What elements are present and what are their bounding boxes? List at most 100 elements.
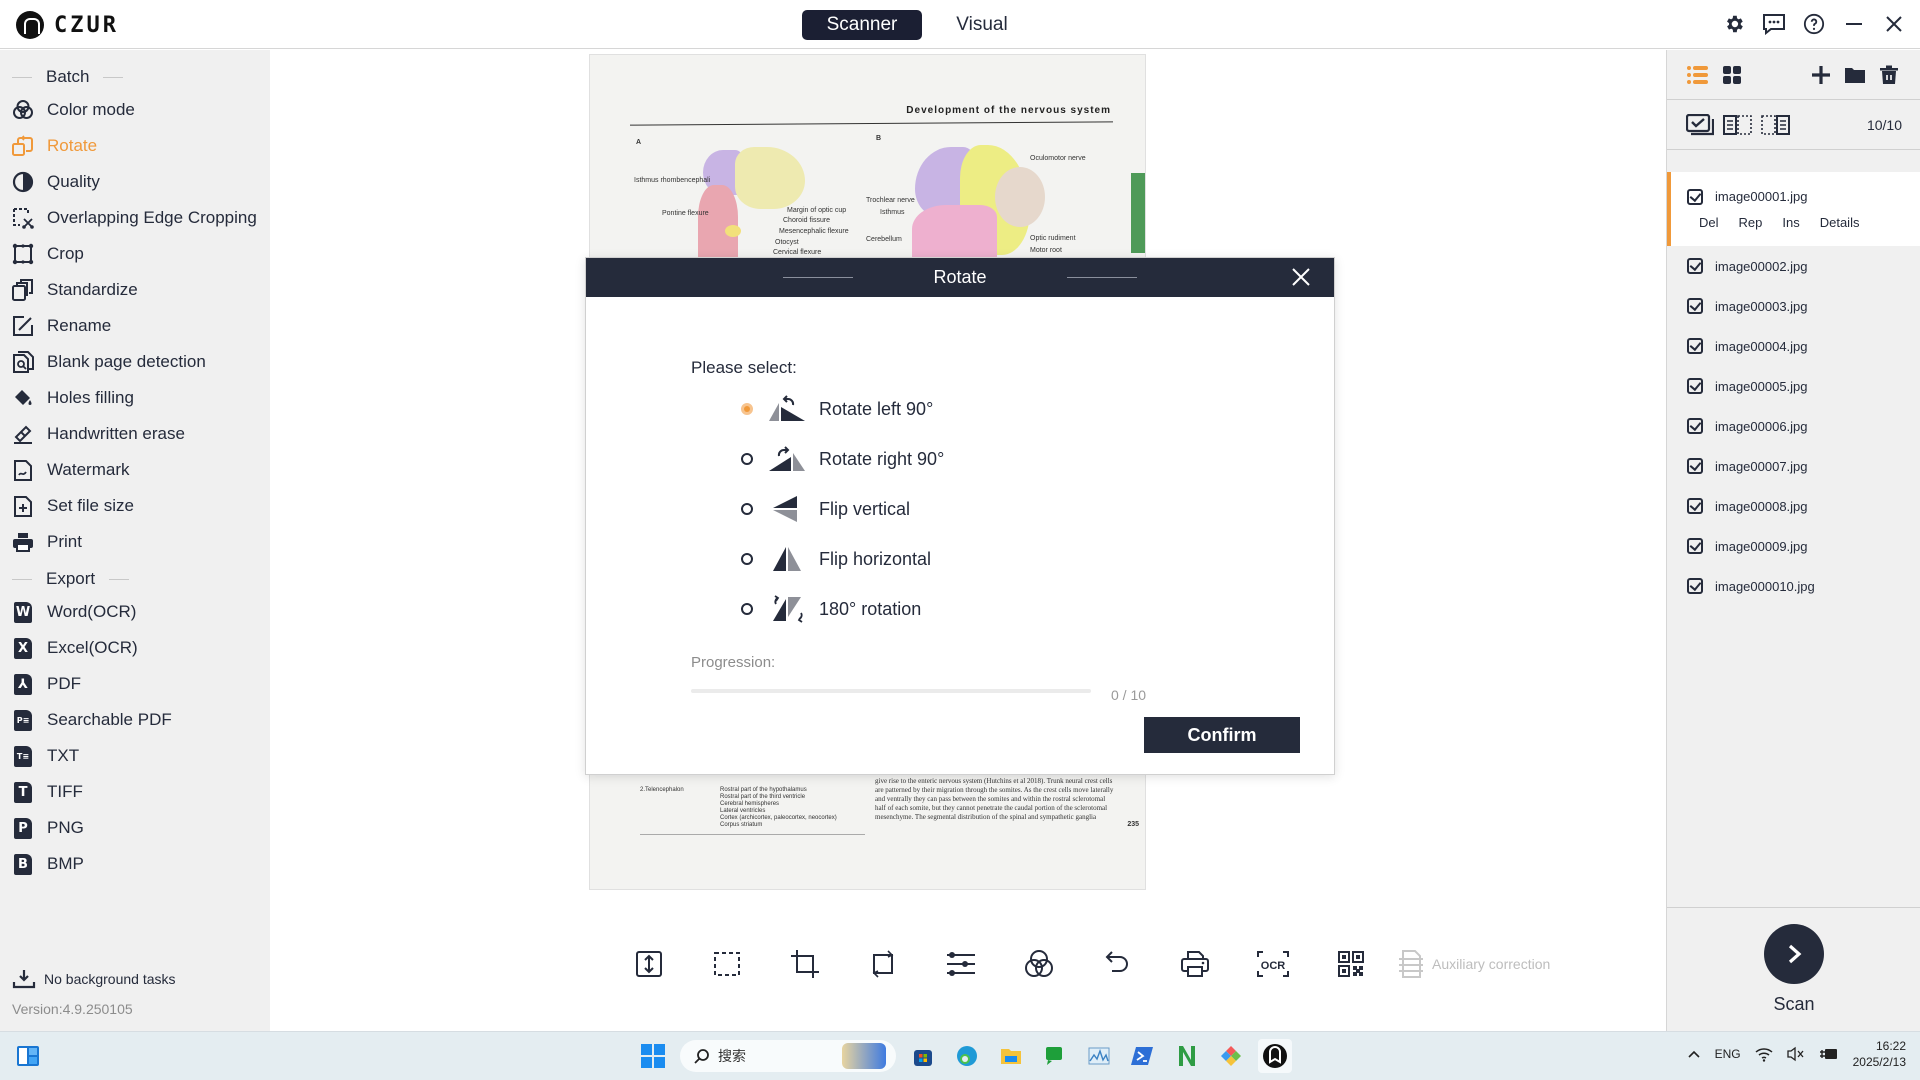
background-tasks[interactable]: No background tasks (12, 969, 176, 989)
sidebar-item-crop[interactable]: Crop (0, 236, 270, 272)
sidebar-item-blank-page-detection[interactable]: Blank page detection (0, 344, 270, 380)
file-checkbox[interactable] (1687, 188, 1703, 205)
file-checkbox[interactable] (1687, 538, 1703, 554)
file-checkbox[interactable] (1687, 578, 1703, 594)
taskbar-search[interactable]: 搜索 (680, 1040, 896, 1072)
radio-flip-vertical[interactable] (741, 503, 753, 515)
close-button[interactable] (1880, 10, 1908, 38)
select-left-button[interactable] (1723, 112, 1753, 138)
file-list-item[interactable]: image00004.jpg (1667, 326, 1920, 366)
file-checkbox[interactable] (1687, 338, 1703, 354)
sidebar-item-handwritten-erase[interactable]: Handwritten erase (0, 416, 270, 452)
open-folder-button[interactable] (1842, 62, 1868, 88)
select-area-button[interactable] (688, 948, 766, 980)
export-item-pdf[interactable]: ⅄ PDF (0, 666, 270, 702)
sidebar-item-holes-filling[interactable]: Holes filling (0, 380, 270, 416)
color-mode-button[interactable] (1000, 948, 1078, 980)
clock[interactable]: 16:22 2025/2/13 (1853, 1038, 1906, 1070)
option-rotate-180[interactable]: 180° rotation (741, 584, 944, 634)
help-button[interactable] (1800, 10, 1828, 38)
sidebar-item-print[interactable]: Print (0, 524, 270, 560)
grid-view-button[interactable] (1719, 62, 1745, 88)
tab-visual[interactable]: Visual (922, 10, 1042, 40)
sidebar-item-quality[interactable]: Quality (0, 164, 270, 200)
auxiliary-correction-button[interactable]: Auxiliary correction (1396, 949, 1550, 979)
dialog-close-button[interactable] (1290, 266, 1312, 288)
file-checkbox[interactable] (1687, 378, 1703, 394)
file-action-rep[interactable]: Rep (1739, 215, 1763, 230)
list-view-button[interactable] (1685, 62, 1711, 88)
qr-code-button[interactable] (1312, 948, 1390, 980)
edge-app[interactable] (950, 1039, 984, 1073)
feedback-button[interactable] (1760, 10, 1788, 38)
sidebar-item-standardize[interactable]: Standardize (0, 272, 270, 308)
file-action-del[interactable]: Del (1699, 215, 1719, 230)
file-checkbox[interactable] (1687, 458, 1703, 474)
file-list-item[interactable]: image00006.jpg (1667, 406, 1920, 446)
delete-button[interactable] (1876, 62, 1902, 88)
undo-button[interactable] (1078, 948, 1156, 980)
file-checkbox[interactable] (1687, 258, 1703, 274)
powershell-app[interactable] (1126, 1039, 1160, 1073)
export-item-excel-ocr[interactable]: X Excel(OCR) (0, 630, 270, 666)
sidebar-item-watermark[interactable]: Watermark (0, 452, 270, 488)
option-flip-vertical[interactable]: Flip vertical (741, 484, 944, 534)
radio-rotate-right[interactable] (741, 453, 753, 465)
crop-button[interactable] (766, 948, 844, 980)
add-button[interactable] (1808, 62, 1834, 88)
file-list-item[interactable]: image00003.jpg (1667, 286, 1920, 326)
sidebar-item-set-file-size[interactable]: Set file size (0, 488, 270, 524)
monitor-app[interactable] (1082, 1039, 1116, 1073)
diamond-app[interactable] (1214, 1039, 1248, 1073)
file-list-item[interactable]: image00007.jpg (1667, 446, 1920, 486)
radio-flip-horizontal[interactable] (741, 553, 753, 565)
language-indicator[interactable]: ENG (1715, 1047, 1741, 1061)
file-list-item[interactable]: image00002.jpg (1667, 246, 1920, 286)
select-right-button[interactable] (1761, 112, 1791, 138)
file-checkbox[interactable] (1687, 298, 1703, 314)
export-item-tiff[interactable]: T TIFF (0, 774, 270, 810)
radio-rotate-left[interactable] (741, 403, 753, 415)
select-all-button[interactable] (1685, 112, 1715, 138)
export-item-word-ocr[interactable]: W Word(OCR) (0, 594, 270, 630)
option-rotate-right[interactable]: Rotate right 90° (741, 434, 944, 484)
file-list-item[interactable]: image00001.jpg Del Rep Ins Details (1667, 172, 1920, 246)
chat-app[interactable] (1038, 1039, 1072, 1073)
sidebar-item-overlapping-edge-cropping[interactable]: Overlapping Edge Cropping (0, 200, 270, 236)
file-checkbox[interactable] (1687, 418, 1703, 434)
sidebar-item-rename[interactable]: Rename (0, 308, 270, 344)
print-button[interactable] (1156, 948, 1234, 980)
file-list-item[interactable]: image000010.jpg (1667, 566, 1920, 606)
rotate-button[interactable] (844, 948, 922, 980)
file-list-item[interactable]: image00008.jpg (1667, 486, 1920, 526)
radio-rotate-180[interactable] (741, 603, 753, 615)
fit-height-button[interactable] (610, 948, 688, 980)
scan-button[interactable] (1764, 924, 1824, 984)
chevron-up-icon[interactable] (1687, 1047, 1701, 1061)
sidebar-item-color-mode[interactable]: Color mode (0, 92, 270, 128)
file-explorer-app[interactable] (994, 1039, 1028, 1073)
minimize-button[interactable] (1840, 10, 1868, 38)
volume-muted-icon[interactable] (1786, 1046, 1805, 1062)
option-flip-horizontal[interactable]: Flip horizontal (741, 534, 944, 584)
file-list-item[interactable]: image00009.jpg (1667, 526, 1920, 566)
sidebar-item-rotate[interactable]: Rotate (0, 128, 270, 164)
confirm-button[interactable]: Confirm (1144, 717, 1300, 753)
file-action-ins[interactable]: Ins (1782, 215, 1799, 230)
czur-app[interactable] (1258, 1039, 1292, 1073)
option-rotate-left[interactable]: Rotate left 90° (741, 384, 944, 434)
file-list-item[interactable]: image00005.jpg (1667, 366, 1920, 406)
store-app[interactable] (906, 1039, 940, 1073)
file-action-details[interactable]: Details (1820, 215, 1860, 230)
start-button[interactable] (636, 1039, 670, 1073)
adjust-button[interactable] (922, 948, 1000, 980)
file-checkbox[interactable] (1687, 498, 1703, 514)
n-app[interactable] (1170, 1039, 1204, 1073)
ocr-button[interactable]: OCR (1234, 948, 1312, 980)
widgets-button[interactable] (16, 1044, 40, 1068)
settings-button[interactable] (1720, 10, 1748, 38)
tab-scanner[interactable]: Scanner (802, 10, 922, 40)
export-item-png[interactable]: P PNG (0, 810, 270, 846)
export-item-bmp[interactable]: B BMP (0, 846, 270, 882)
wifi-icon[interactable] (1755, 1046, 1773, 1062)
